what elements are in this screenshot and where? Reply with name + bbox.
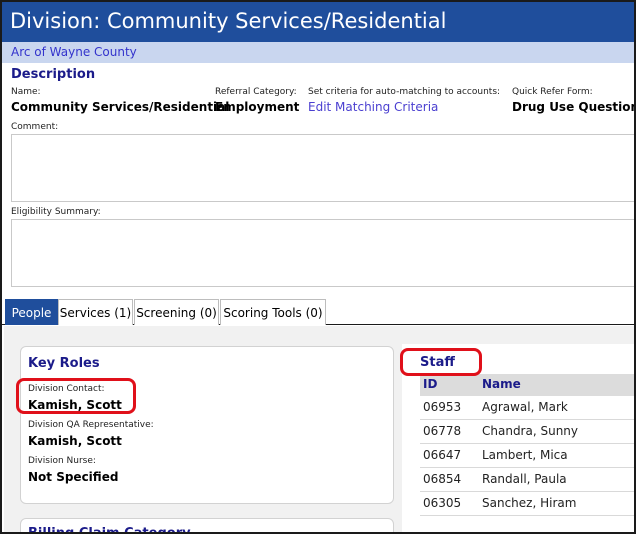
edit-matching-criteria-link[interactable]: Edit Matching Criteria [308,100,438,114]
quick-refer-label: Quick Refer Form: [512,87,593,97]
staff-name: Randall, Paula [482,472,567,486]
staff-column-id[interactable]: ID [423,377,437,391]
tab-scoring-tools[interactable]: Scoring Tools (0) [220,299,326,325]
staff-title: Staff [420,355,455,370]
division-qa-value: Kamish, Scott [28,434,122,448]
billing-claim-title: Billing Claim Category [28,526,191,534]
staff-row[interactable]: 06647 Lambert, Mica [420,444,634,468]
staff-table-header [420,374,634,396]
comment-label: Comment: [11,122,59,132]
tab-people[interactable]: People [5,299,58,325]
eligibility-label: Eligibility Summary: [11,207,101,217]
staff-name: Agrawal, Mark [482,400,568,414]
description-heading: Description [11,67,96,82]
staff-id: 06953 [423,400,462,414]
quick-refer-value: Drug Use Questionn [512,100,636,114]
division-nurse-label: Division Nurse: [28,456,96,466]
referral-category-value: Employment [215,100,300,114]
staff-id: 06305 [423,496,462,510]
staff-column-name[interactable]: Name [482,377,521,391]
division-window: Division: Community Services/Residential… [0,0,636,534]
division-contact-label: Division Contact: [28,384,105,394]
staff-id: 06647 [423,448,462,462]
tab-services[interactable]: Services (1) [58,299,133,325]
window-title: Division: Community Services/Residential [2,2,634,42]
division-qa-label: Division QA Representative: [28,420,154,430]
organization-breadcrumb: Arc of Wayne County [2,42,634,63]
tab-screening-label: Screening (0) [136,306,217,320]
auto-match-label: Set criteria for auto-matching to accoun… [308,87,501,97]
tab-services-label: Services (1) [59,306,132,320]
staff-name: Lambert, Mica [482,448,568,462]
name-label: Name: [11,87,41,97]
name-value: Community Services/Residential [11,100,230,114]
referral-category-label: Referral Category: [215,87,297,97]
staff-row[interactable]: 06778 Chandra, Sunny [420,420,634,444]
tab-people-label: People [11,306,52,320]
tab-screening[interactable]: Screening (0) [134,299,219,325]
staff-id: 06854 [423,472,462,486]
division-nurse-value: Not Specified [28,470,119,484]
staff-row[interactable]: 06305 Sanchez, Hiram [420,492,634,516]
comment-field[interactable] [11,134,634,202]
eligibility-summary-field[interactable] [11,219,634,287]
key-roles-title: Key Roles [28,356,100,371]
staff-name: Chandra, Sunny [482,424,579,438]
tab-scoring-tools-label: Scoring Tools (0) [223,306,323,320]
division-contact-value: Kamish, Scott [28,398,122,412]
staff-name: Sanchez, Hiram [482,496,577,510]
organization-link[interactable]: Arc of Wayne County [11,45,137,59]
staff-id: 06778 [423,424,462,438]
staff-row[interactable]: 06854 Randall, Paula [420,468,634,492]
staff-row[interactable]: 06953 Agrawal, Mark [420,396,634,420]
